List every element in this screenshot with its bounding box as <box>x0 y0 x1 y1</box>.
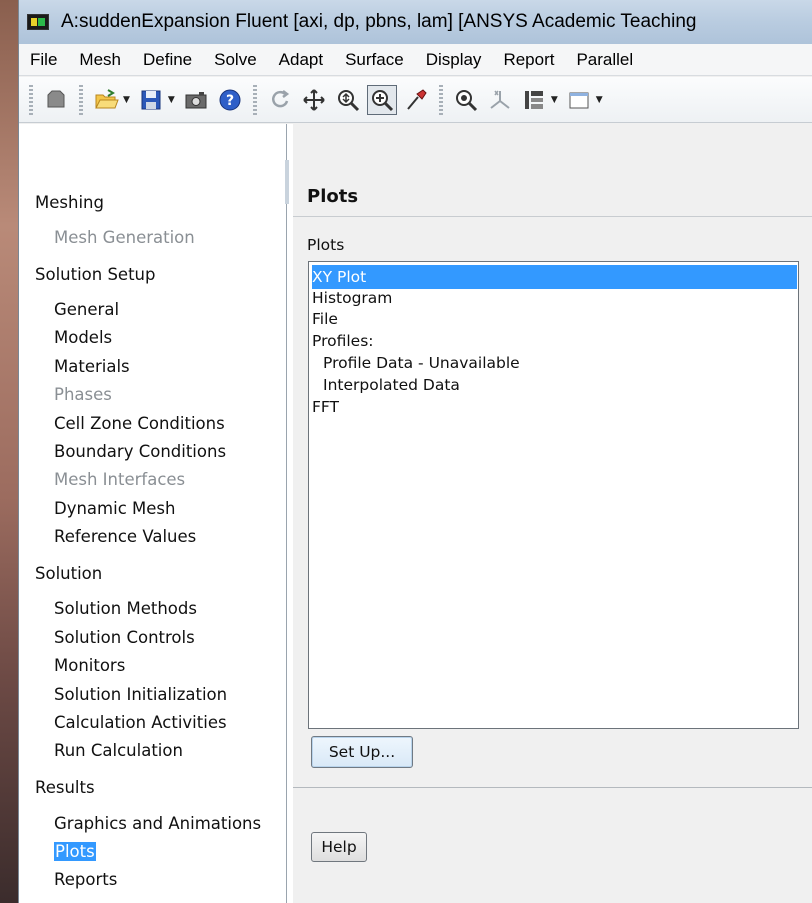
help-button[interactable]: Help <box>311 832 367 862</box>
rotate-icon[interactable] <box>265 85 295 115</box>
nav-item-run-calculation[interactable]: Run Calculation <box>54 741 183 760</box>
fluent-window: A:suddenExpansion Fluent [axi, dp, pbns,… <box>18 0 812 903</box>
navigation-pane: Meshing Mesh Generation Solution Setup G… <box>19 124 287 903</box>
nav-item-solution-controls[interactable]: Solution Controls <box>54 628 195 647</box>
toolbar-grip[interactable] <box>29 84 33 115</box>
chevron-down-icon[interactable]: ▼ <box>551 95 558 105</box>
toolbar: ▼ ▼ ? ▼ ▼ <box>19 77 812 123</box>
save-disk-icon[interactable] <box>136 85 166 115</box>
page-title: Plots <box>307 186 359 207</box>
menu-solve[interactable]: Solve <box>203 50 268 70</box>
nav-item-dynamic-mesh[interactable]: Dynamic Mesh <box>54 499 175 518</box>
plots-list-label: Plots <box>307 236 345 254</box>
menu-display[interactable]: Display <box>415 50 493 70</box>
nav-item-materials[interactable]: Materials <box>54 357 130 376</box>
title-bar: A:suddenExpansion Fluent [axi, dp, pbns,… <box>19 0 812 44</box>
toolbar-grip[interactable] <box>252 84 257 115</box>
nav-header-results[interactable]: Results <box>35 778 95 797</box>
nav-item-calculation-activities[interactable]: Calculation Activities <box>54 713 227 732</box>
nav-item-mesh-interfaces: Mesh Interfaces <box>54 470 186 489</box>
menu-surface[interactable]: Surface <box>334 50 415 70</box>
chevron-down-icon[interactable]: ▼ <box>168 95 175 105</box>
nav-item-general[interactable]: General <box>54 300 119 319</box>
pane-splitter[interactable] <box>285 160 289 204</box>
nav-item-mesh-generation: Mesh Generation <box>54 228 195 247</box>
list-item-profile-data[interactable]: Profile Data - Unavailable <box>323 351 520 375</box>
plots-list[interactable]: XY Plot Histogram File Profiles: Profile… <box>308 261 799 729</box>
fluent-app-icon[interactable] <box>27 14 49 30</box>
nav-item-monitors[interactable]: Monitors <box>54 656 125 675</box>
window-icon[interactable] <box>564 85 594 115</box>
nav-header-solution[interactable]: Solution <box>35 564 102 583</box>
probe-icon[interactable] <box>401 85 431 115</box>
toolbar-grip[interactable] <box>79 84 83 115</box>
axes-icon[interactable] <box>485 85 515 115</box>
camera-icon[interactable] <box>181 85 211 115</box>
list-item-fft[interactable]: FFT <box>312 395 339 419</box>
chevron-down-icon[interactable]: ▼ <box>596 95 603 105</box>
set-up-button[interactable]: Set Up... <box>311 736 413 768</box>
menu-parallel[interactable]: Parallel <box>565 50 644 70</box>
nav-header-solution-setup[interactable]: Solution Setup <box>35 265 156 284</box>
menu-mesh[interactable]: Mesh <box>68 50 132 70</box>
zoom-fit-icon[interactable] <box>451 85 481 115</box>
main-area: Meshing Mesh Generation Solution Setup G… <box>19 124 812 903</box>
list-item-interpolated-data[interactable]: Interpolated Data <box>323 373 460 397</box>
nav-item-models[interactable]: Models <box>54 328 112 347</box>
layout-icon[interactable] <box>519 85 549 115</box>
zoom-icon[interactable] <box>333 85 363 115</box>
button-divider <box>293 787 812 788</box>
move-icon[interactable] <box>299 85 329 115</box>
nav-header-meshing[interactable]: Meshing <box>35 193 104 212</box>
nav-item-solution-initialization[interactable]: Solution Initialization <box>54 685 227 704</box>
nav-item-solution-methods[interactable]: Solution Methods <box>54 599 197 618</box>
list-item-profiles[interactable]: Profiles: <box>312 329 374 353</box>
nav-item-boundary-conditions[interactable]: Boundary Conditions <box>54 442 226 461</box>
toolbar-grip[interactable] <box>438 84 443 115</box>
task-page: Plots Plots XY Plot Histogram File Profi… <box>293 124 812 903</box>
zoom-box-icon[interactable] <box>366 84 397 115</box>
desktop-background <box>0 0 18 903</box>
svg-text:?: ? <box>226 93 234 109</box>
menu-define[interactable]: Define <box>132 50 203 70</box>
nav-item-reference-values[interactable]: Reference Values <box>54 527 196 546</box>
list-item-file[interactable]: File <box>312 307 338 331</box>
nav-item-graphics-and-animations[interactable]: Graphics and Animations <box>54 814 261 833</box>
menu-bar: File Mesh Define Solve Adapt Surface Dis… <box>19 44 812 76</box>
menu-adapt[interactable]: Adapt <box>268 50 334 70</box>
menu-file[interactable]: File <box>19 50 68 70</box>
menu-report[interactable]: Report <box>492 50 565 70</box>
mesh-icon[interactable] <box>41 85 71 115</box>
nav-item-plots[interactable]: Plots <box>54 842 96 861</box>
title-divider <box>293 216 812 217</box>
nav-item-cell-zone-conditions[interactable]: Cell Zone Conditions <box>54 414 225 433</box>
nav-item-reports[interactable]: Reports <box>54 870 117 889</box>
window-title: A:suddenExpansion Fluent [axi, dp, pbns,… <box>61 11 697 32</box>
help-circle-icon[interactable]: ? <box>215 85 245 115</box>
open-folder-icon[interactable] <box>91 85 121 115</box>
chevron-down-icon[interactable]: ▼ <box>123 95 130 105</box>
nav-item-phases: Phases <box>54 385 112 404</box>
